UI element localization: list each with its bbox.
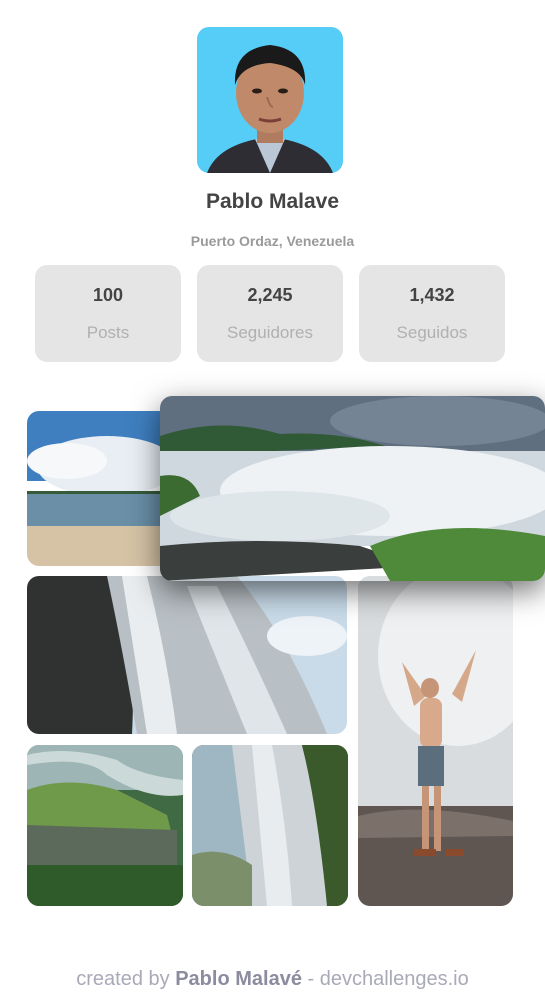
gallery-photo-rapids[interactable] [160, 396, 545, 581]
profile-name: Pablo Malave [205, 190, 340, 213]
stat-followers-value: 2,245 [247, 285, 293, 305]
footer-author[interactable]: Pablo Malavé [175, 968, 302, 990]
stat-posts-label: Posts [86, 323, 130, 342]
stat-posts-value: 100 [92, 285, 124, 305]
stat-following-label: Seguidos [396, 323, 468, 342]
profile-location: Puerto Ordaz, Venezuela [190, 233, 355, 249]
footer-suffix: - devchallenges.io [301, 968, 469, 990]
footer-credit: created by Pablo Malavé - devchallenges.… [0, 968, 545, 991]
gallery-photo-waterfall-cliff[interactable] [27, 576, 347, 734]
profile-avatar [197, 27, 343, 173]
gallery-photo-man-waterfall[interactable] [358, 576, 513, 906]
stat-following-value: 1,432 [409, 285, 455, 305]
stat-followers-label: Seguidores [226, 323, 313, 342]
gallery-photo-tepui[interactable] [27, 745, 183, 906]
gallery-photo-waterfall-cave[interactable] [192, 745, 348, 906]
footer-prefix: created by [76, 968, 176, 990]
stat-posts: 100 Posts [35, 265, 181, 362]
stat-following: 1,432 Seguidos [359, 265, 505, 362]
stat-followers: 2,245 Seguidores [197, 265, 343, 362]
